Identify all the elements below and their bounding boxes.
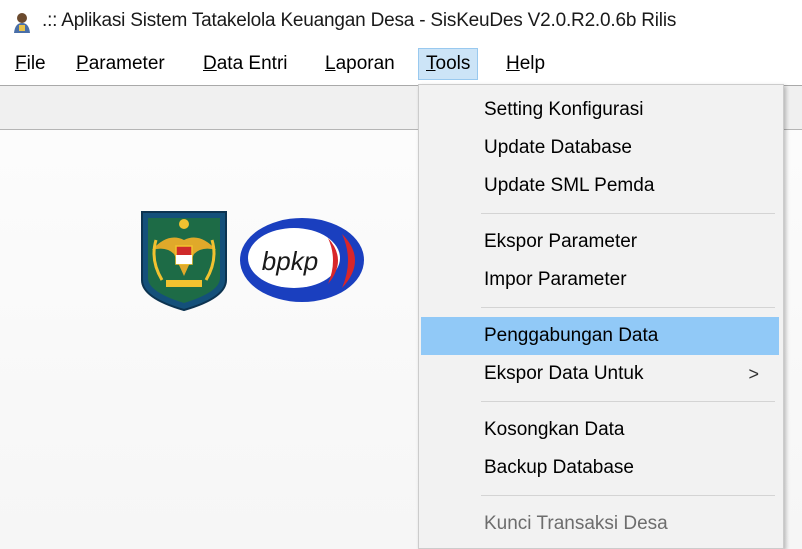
menu-item-impor-parameter[interactable]: Impor Parameter (421, 261, 779, 299)
submenu-arrow-icon: > (748, 364, 759, 384)
menu-file[interactable]: File (8, 48, 53, 80)
menu-tools[interactable]: Tools (418, 48, 479, 80)
tools-dropdown-menu: Setting Konfigurasi Update Database Upda… (418, 84, 784, 549)
menu-separator (481, 307, 775, 308)
garuda-emblem-icon (141, 211, 227, 312)
title-bar: .:: Aplikasi Sistem Tatakelola Keuangan … (0, 0, 802, 44)
menu-item-backup-database[interactable]: Backup Database (421, 449, 779, 487)
menu-item-kosongkan-data[interactable]: Kosongkan Data (421, 411, 779, 449)
bpkp-logo-icon: bpkp (240, 218, 364, 302)
menu-item-update-database[interactable]: Update Database (421, 129, 779, 167)
menu-separator (481, 401, 775, 402)
menu-separator (481, 495, 775, 496)
menu-help[interactable]: Help (499, 48, 552, 80)
menu-item-penggabungan-data[interactable]: Penggabungan Data (421, 317, 779, 355)
menu-laporan[interactable]: Laporan (318, 48, 402, 80)
menu-data-entri[interactable]: Data Entri (196, 48, 295, 80)
menu-item-ekspor-parameter[interactable]: Ekspor Parameter (421, 223, 779, 261)
menu-item-ekspor-data-untuk[interactable]: Ekspor Data Untuk > (421, 355, 779, 393)
bpkp-text: bpkp (262, 246, 318, 276)
menu-parameter[interactable]: Parameter (69, 48, 172, 80)
menu-item-kunci-transaksi-desa: Kunci Transaksi Desa (484, 513, 668, 534)
app-icon (14, 13, 30, 33)
menu-item-update-sml-pemda[interactable]: Update SML Pemda (421, 167, 779, 205)
window-title: .:: Aplikasi Sistem Tatakelola Keuangan … (42, 10, 677, 31)
menu-separator (481, 213, 775, 214)
menu-item-setting-konfigurasi[interactable]: Setting Konfigurasi (421, 91, 779, 129)
menu-bar: File Parameter Data Entri Laporan Tools … (0, 44, 802, 84)
